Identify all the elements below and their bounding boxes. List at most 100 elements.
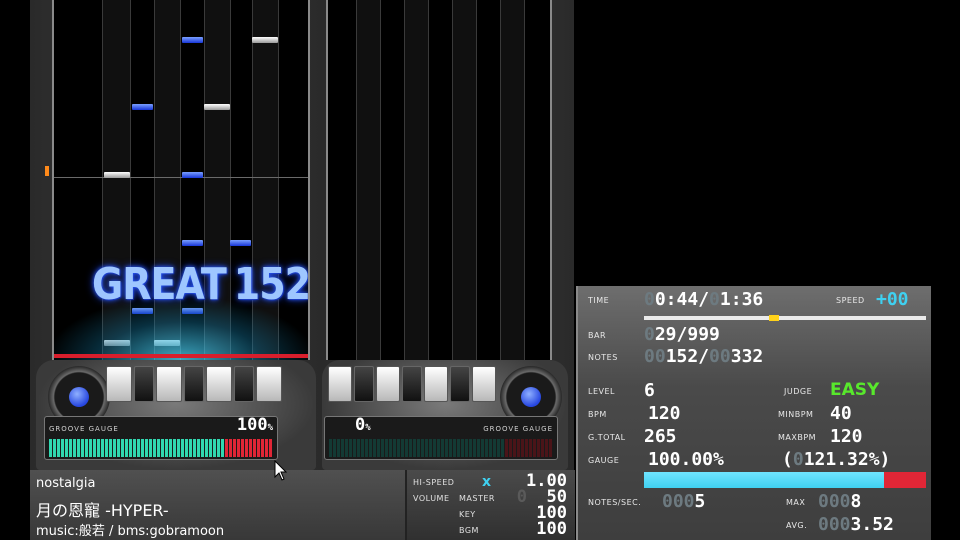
key-1[interactable] [106,366,132,402]
gauge-cell [205,439,208,457]
key-5[interactable] [206,366,232,402]
gauge-cell [257,439,260,457]
gauge-cell [181,439,184,457]
lane-divider [476,0,477,360]
gauge-cell [97,439,100,457]
gauge-cell [413,439,416,457]
gauge-stat-fill [644,472,884,488]
key-7[interactable] [472,366,496,402]
time-display: 00:44/01:36 [644,289,763,310]
gauge-cell [509,439,512,457]
gauge-cell [149,439,152,457]
gauge-cell [101,439,104,457]
gauge-cell [449,439,452,457]
key-6[interactable] [450,366,470,402]
song-title: 月の恩寵 -HYPER- [36,501,169,520]
gauge-cell [241,439,244,457]
gauge-cell [261,439,264,457]
lane-cover-marker [45,166,49,176]
gauge-stat-danger [883,472,926,488]
gauge-cell [245,439,248,457]
gauge-cell [529,439,532,457]
key-3[interactable] [156,366,182,402]
bpm-value: 120 [648,403,681,424]
key-4[interactable] [402,366,422,402]
gauge-cell [193,439,196,457]
notes-current: 152/ [665,346,710,367]
gauge-cell [217,439,220,457]
gauge-cell [473,439,476,457]
lane-3 [404,0,428,360]
gauge-cell [425,439,428,457]
gauge-cell [437,439,440,457]
gauge-cell [445,439,448,457]
key-4[interactable] [184,366,204,402]
avg-ghost: 000 [818,514,851,535]
gauge-cell [409,439,412,457]
max-ghost: 000 [818,491,851,512]
gauge-cell [365,439,368,457]
gauge-cell [489,439,492,457]
gauge-cell [209,439,212,457]
key-6[interactable] [234,366,254,402]
turntable-center-icon [69,387,89,407]
gauge-cell [457,439,460,457]
gauge-cell [133,439,136,457]
key-7[interactable] [256,366,282,402]
gauge-cell [485,439,488,457]
note-blue [182,37,203,43]
player2-panel: 0% GROOVE GAUGE [322,0,574,470]
gauge-cell [269,439,272,457]
note-blue [230,240,251,246]
note-white [252,37,278,43]
bgm-volume-label: BGM [459,526,479,535]
gauge-cell [549,439,552,457]
note-blue [132,104,153,110]
gauge-cell [429,439,432,457]
gauge-cell [49,439,52,457]
bar-label: BAR [588,331,607,340]
gauge-cell [61,439,64,457]
key-2[interactable] [134,366,154,402]
judge-rank-value: EASY [830,380,880,400]
gauge-cell [189,439,192,457]
bgm-volume-value[interactable]: 100 [517,519,567,539]
gauge-cell [433,439,436,457]
gauge-cell [481,439,484,457]
gauge-cell [333,439,336,457]
gauge-cell [533,439,536,457]
judge-display: GREAT 152 [92,259,308,310]
gauge-percent: 0% [355,415,371,435]
level-label: LEVEL [588,387,615,396]
time-current: 0:44 [654,289,699,310]
gauge-cell [237,439,240,457]
gauge-cell [345,439,348,457]
gauge-cell [513,439,516,457]
nps-label: NOTES/SEC. [588,498,642,507]
key-1[interactable] [328,366,352,402]
gauge-cell [505,439,508,457]
gtotal-value: 265 [644,426,677,447]
gauge-cell [89,439,92,457]
gauge-percent-value: 100 [236,415,268,435]
time-label: TIME [588,296,610,305]
time-separator: / [698,289,710,310]
judge-line [54,354,308,358]
measure-line [54,177,308,178]
gauge-cell [73,439,76,457]
gauge-cell [69,439,72,457]
gauge-cell [105,439,108,457]
gauge-cell [369,439,372,457]
groove-gauge-label: GROOVE GAUGE [49,425,119,433]
bar-ghost: 0 [644,324,655,345]
nps-ghost: 000 [662,491,695,512]
gauge-cell [53,439,56,457]
key-5[interactable] [424,366,448,402]
avg-label: AVG. [786,521,808,530]
key-3[interactable] [376,366,400,402]
gauge-cell [349,439,352,457]
maxbpm-value: 120 [830,426,863,447]
key-2[interactable] [354,366,374,402]
gauge-cell [129,439,132,457]
note-blue [182,240,203,246]
